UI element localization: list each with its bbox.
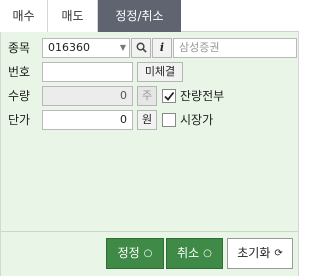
reset-button-label: 초기화 (237, 246, 271, 260)
modify-button[interactable]: 정정 ○ (106, 238, 164, 269)
stock-code-select[interactable]: 016360 ▼ (42, 38, 130, 58)
market-price-label: 시장가 (180, 113, 214, 127)
stock-name-field[interactable]: 삼성증권 (173, 38, 297, 58)
price-unit-button[interactable]: 원 (137, 110, 157, 130)
unfilled-orders-button[interactable]: 미체결 (137, 62, 183, 82)
price-label: 단가 (8, 113, 31, 127)
reset-button[interactable]: 초기화 ⟳ (227, 238, 293, 269)
order-form-panel: 종목 016360 ▼ i 삼성증권 번호 미체결 수량 0 주 잔량전부 단가… (0, 32, 299, 276)
stock-label: 종목 (8, 41, 31, 55)
order-number-field[interactable] (42, 62, 133, 82)
tab-buy[interactable]: 매수 (0, 0, 48, 32)
all-remaining-label: 잔량전부 (180, 89, 225, 103)
order-tab-bar: 매수 매도 정정/취소 (0, 0, 299, 32)
cancel-button[interactable]: 취소 ○ (166, 238, 223, 269)
chevron-down-icon: ▼ (119, 43, 126, 52)
quantity-unit-button[interactable]: 주 (137, 86, 157, 106)
tab-modify-cancel[interactable]: 정정/취소 (98, 0, 181, 32)
cancel-button-label: 취소 (177, 246, 200, 260)
quantity-field[interactable]: 0 (42, 86, 133, 106)
stock-code-value: 016360 (48, 41, 90, 54)
market-price-checkbox[interactable] (162, 113, 176, 127)
checkmark-icon (164, 91, 175, 101)
quantity-label: 수량 (8, 89, 31, 103)
spinner-icon: ○ (143, 248, 153, 259)
tab-sell[interactable]: 매도 (48, 0, 98, 32)
info-icon[interactable]: i (152, 38, 172, 58)
divider (1, 231, 298, 232)
search-icon (136, 42, 147, 53)
modify-button-label: 정정 (117, 246, 140, 260)
order-number-label: 번호 (8, 65, 31, 79)
spinner-icon: ○ (203, 248, 212, 259)
stock-search-button[interactable] (131, 38, 151, 58)
refresh-icon: ⟳ (274, 248, 283, 259)
all-remaining-checkbox[interactable] (162, 89, 176, 103)
price-field[interactable]: 0 (42, 110, 133, 130)
